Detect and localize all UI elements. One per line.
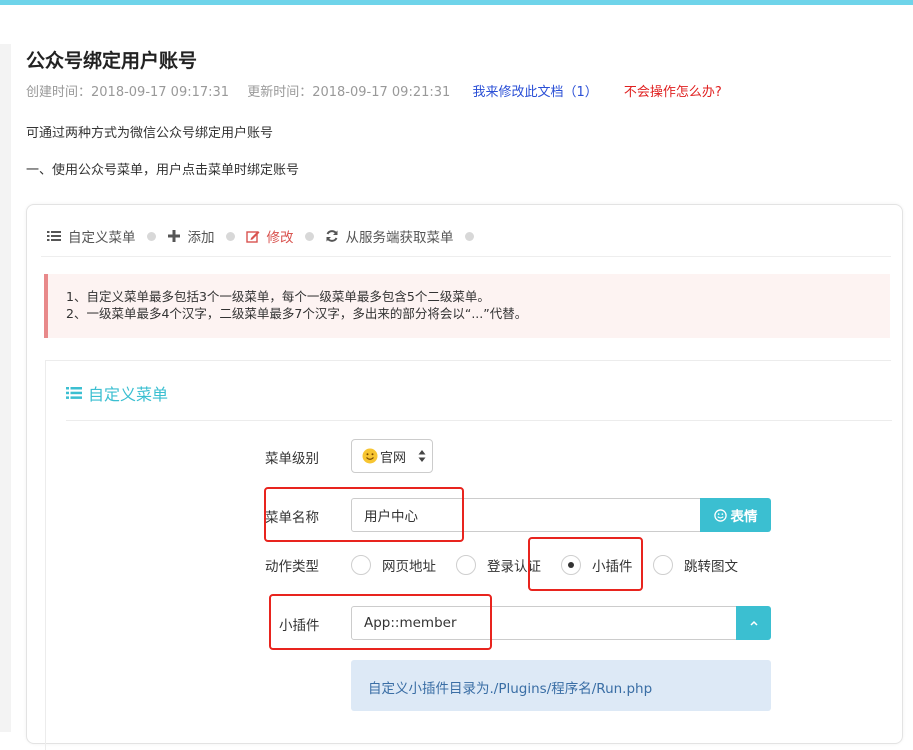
- emoji-button-label: 表情: [730, 509, 758, 525]
- radio-web-url-label[interactable]: 网页地址: [382, 555, 436, 575]
- toolbar-label: 修改: [266, 230, 294, 246]
- annotation-box-plugin-radio: [528, 537, 643, 591]
- form-title-text: 自定义菜单: [88, 385, 169, 404]
- screenshot-panel: 自定义菜单 添加 修改 从服务端获取菜单 1、自定义菜单最多包括3个一级菜单，每…: [26, 204, 903, 750]
- toolbar-label: 添加: [187, 230, 215, 246]
- toolbar-add[interactable]: 添加: [167, 226, 215, 246]
- select-arrows-icon: [418, 450, 426, 462]
- refresh-icon: [326, 230, 337, 242]
- annotation-box-menu-name: [264, 487, 464, 542]
- toolbar-label: 自定义菜单: [68, 230, 136, 246]
- list-icon: [66, 387, 82, 399]
- notice-line: 2、一级菜单最多4个汉字，二级菜单最多7个汉字，多出来的部分将会以“...”代替…: [66, 306, 528, 321]
- edit-doc-link[interactable]: 我来修改此文档（1）: [472, 85, 597, 100]
- radio-web-url[interactable]: [351, 555, 371, 575]
- toolbar-label: 从服务端获取菜单: [345, 230, 454, 246]
- separator-dot: [304, 231, 314, 241]
- created-time: 创建时间：2018-09-17 09:17:31: [26, 85, 230, 100]
- plugin-hint: 自定义小插件目录为./Plugins/程序名/Run.php: [351, 660, 771, 711]
- plugin-dropdown-toggle[interactable]: [736, 606, 771, 640]
- toolbar-edit[interactable]: 修改: [245, 226, 294, 246]
- action-type-label: 动作类型: [265, 559, 319, 575]
- form-title-divider: [66, 420, 892, 421]
- toolbar-fetch-from-server[interactable]: 从服务端获取菜单: [325, 226, 454, 246]
- notice-line: 1、自定义菜单最多包括3个一级菜单，每个一级菜单最多包含5个二级菜单。: [66, 289, 490, 304]
- chevron-up-icon: [749, 620, 758, 626]
- menu-rules-notice: 1、自定义菜单最多包括3个一级菜单，每个一级菜单最多包含5个二级菜单。 2、一级…: [44, 274, 890, 338]
- smile-emoji-icon: [362, 448, 378, 464]
- separator-dot: [464, 231, 474, 241]
- menu-level-select[interactable]: 官网: [351, 439, 433, 473]
- updated-time: 更新时间：2018-09-17 09:21:31: [247, 85, 451, 100]
- toolbar-divider: [41, 256, 891, 257]
- menu-toolbar: 自定义菜单 添加 修改 从服务端获取菜单: [47, 225, 485, 247]
- menu-level-label: 菜单级别: [265, 451, 319, 467]
- doc-meta: 创建时间：2018-09-17 09:17:31 更新时间：2018-09-17…: [26, 81, 736, 100]
- form-title: 自定义菜单: [66, 381, 168, 405]
- intro-paragraph: 可通过两种方式为微信公众号绑定用户账号: [26, 126, 274, 141]
- radio-login-auth[interactable]: [456, 555, 476, 575]
- left-gutter: [0, 44, 11, 732]
- edit-icon: [245, 231, 259, 243]
- menu-level-value: 官网: [380, 450, 407, 466]
- separator-dot: [146, 231, 156, 241]
- toolbar-custom-menu[interactable]: 自定义菜单: [47, 226, 136, 246]
- annotation-box-plugin-field: [269, 594, 492, 650]
- smile-icon: [713, 508, 727, 522]
- radio-news-redirect[interactable]: [653, 555, 673, 575]
- menu-form-card: 自定义菜单 菜单级别 官网 菜单名称 用户中心 表情 动作类型 网页地址 登录认…: [45, 360, 892, 750]
- method-one-heading: 一、使用公众号菜单，用户点击菜单时绑定账号: [26, 163, 300, 178]
- emoji-button[interactable]: 表情: [700, 498, 771, 532]
- radio-news-redirect-label[interactable]: 跳转图文: [684, 555, 738, 575]
- plus-icon: [167, 230, 180, 242]
- top-accent-bar: [0, 0, 913, 5]
- help-link[interactable]: 不会操作怎么办?: [624, 85, 722, 100]
- list-icon: [47, 231, 61, 241]
- page-title: 公众号绑定用户账号: [26, 50, 198, 72]
- separator-dot: [225, 231, 235, 241]
